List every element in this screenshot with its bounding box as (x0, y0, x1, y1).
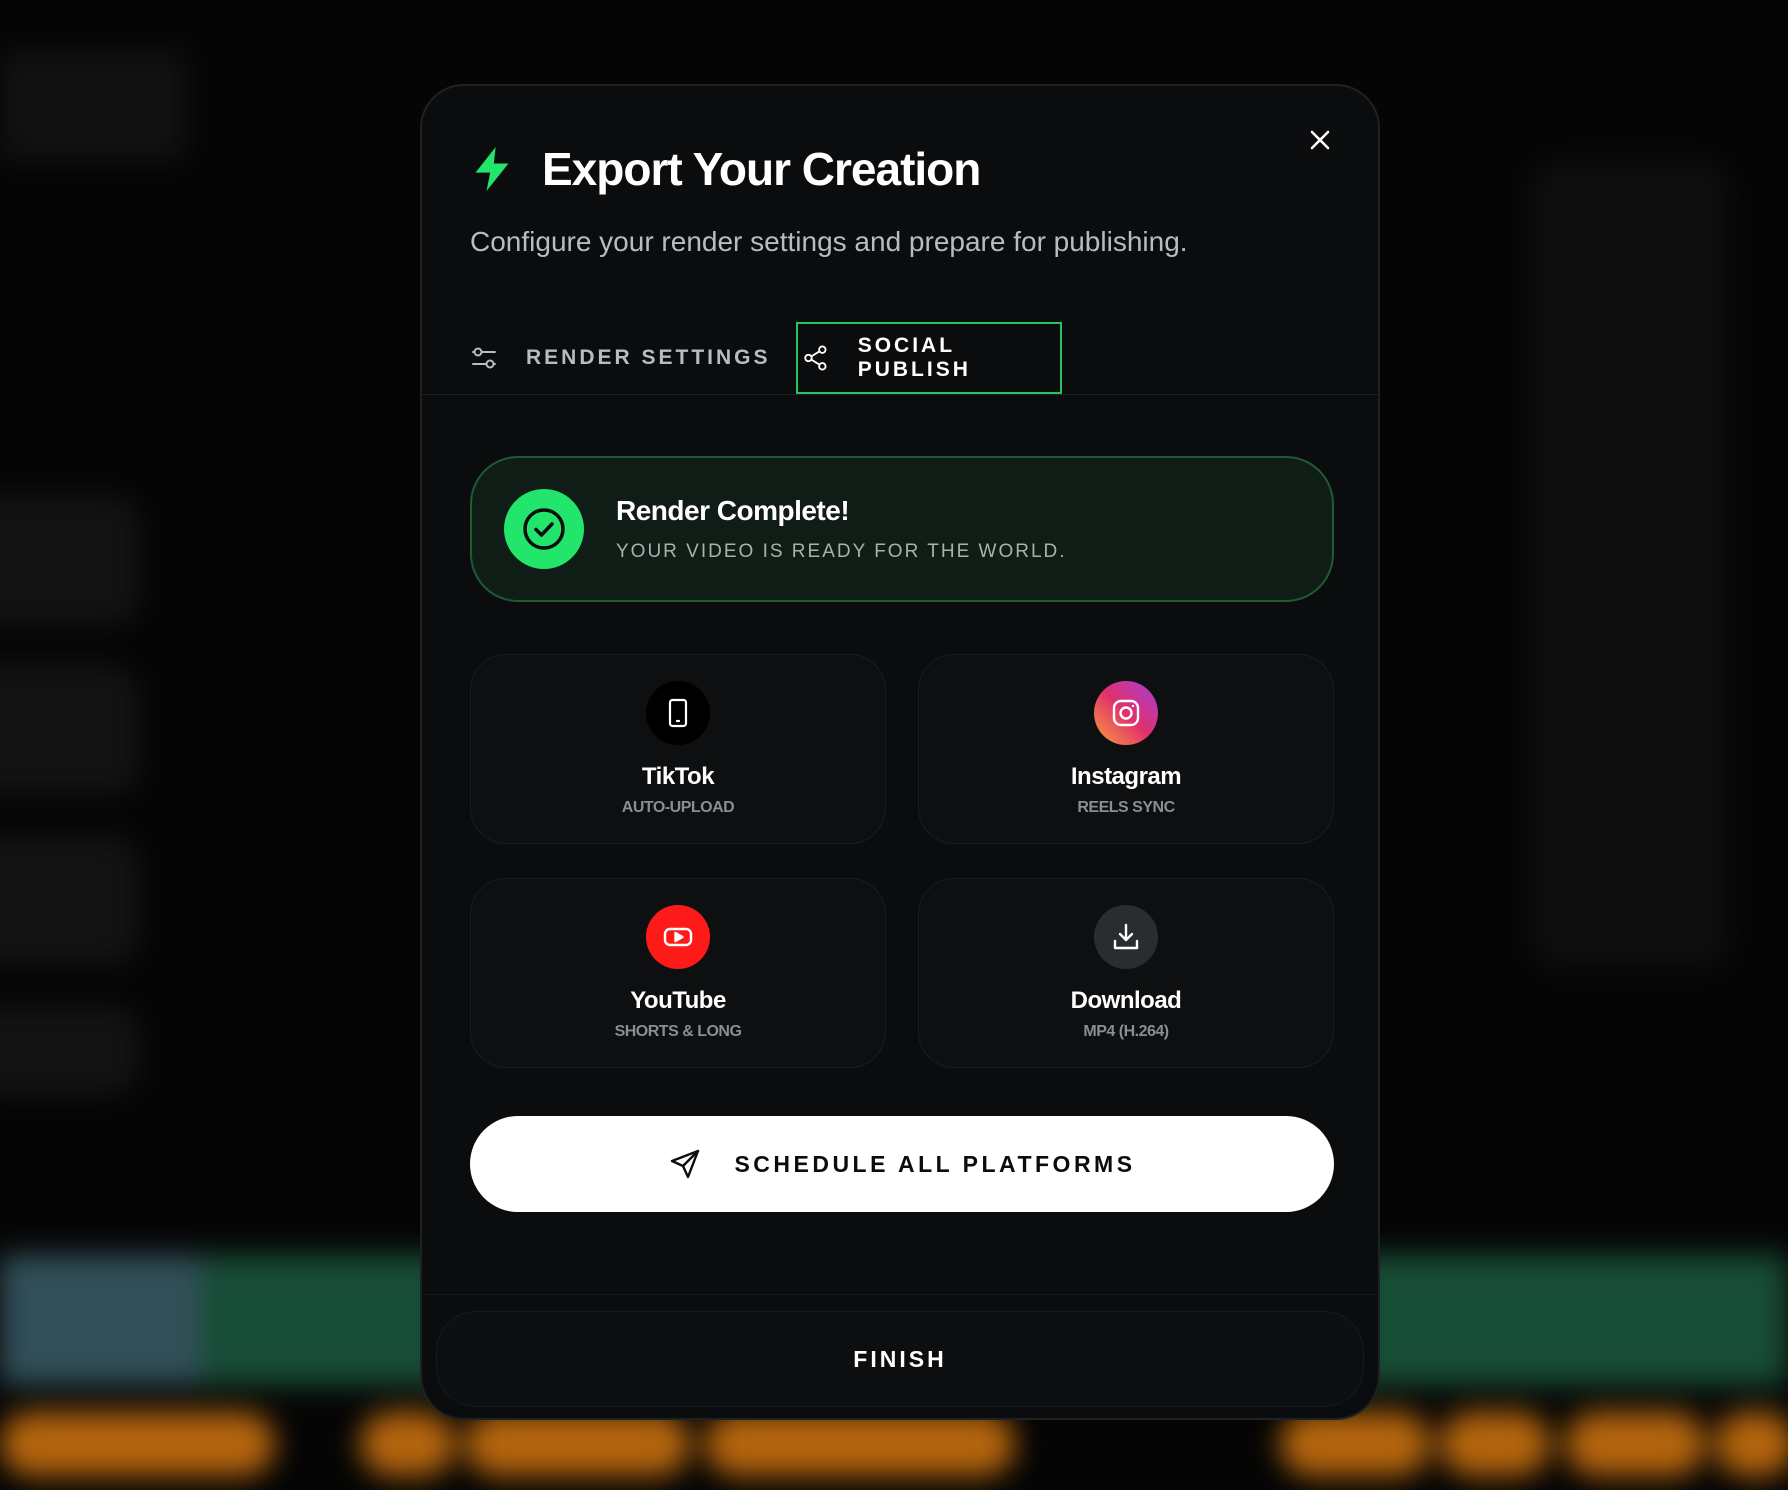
download-icon (1094, 905, 1158, 969)
platform-card-instagram[interactable]: Instagram REELS SYNC (918, 654, 1334, 844)
platform-name: TikTok (641, 763, 715, 790)
schedule-all-label: SCHEDULE ALL PLATFORMS (734, 1150, 1136, 1177)
modal-header: Export Your Creation Configure your rend… (470, 142, 1330, 258)
schedule-all-button[interactable]: SCHEDULE ALL PLATFORMS (470, 1116, 1334, 1212)
bg-preview-panel (1530, 160, 1730, 970)
tab-bar: RENDER SETTINGS SOCIAL PUBLISH (422, 314, 1378, 395)
modal-title: Export Your Creation (542, 143, 981, 195)
send-icon (671, 1149, 700, 1179)
tab-render-settings-label: RENDER SETTINGS (526, 346, 771, 369)
bg-clip (1280, 1412, 1430, 1476)
platform-sub: REELS SYNC (1077, 799, 1175, 816)
bg-clip (0, 1412, 275, 1476)
platform-card-download[interactable]: Download MP4 (H.264) (918, 878, 1334, 1068)
platform-sub: AUTO-UPLOAD (621, 799, 735, 816)
bg-panel (0, 665, 140, 795)
bg-panel (0, 495, 140, 625)
lightning-bolt-icon (475, 147, 509, 191)
bg-timeline-thumbnail (0, 1255, 200, 1385)
platform-name: Download (1070, 987, 1182, 1014)
export-modal: Export Your Creation Configure your rend… (420, 84, 1380, 1420)
modal-footer: FINISH (422, 1294, 1378, 1418)
sliders-icon (472, 347, 496, 369)
bg-clip (1440, 1412, 1550, 1476)
modal-subtitle: Configure your render settings and prepa… (470, 226, 1188, 257)
bg-panel (0, 835, 140, 965)
platform-card-tiktok[interactable]: TikTok AUTO-UPLOAD (470, 654, 886, 844)
platform-sub: MP4 (H.264) (1083, 1023, 1169, 1040)
bg-clip (1715, 1412, 1788, 1476)
tab-social-publish-label: SOCIAL PUBLISH (857, 334, 971, 381)
platform-name: Instagram (1070, 763, 1182, 790)
banner-subtitle: YOUR VIDEO IS READY FOR THE WORLD. (616, 541, 1067, 562)
check-circle-icon (504, 489, 584, 569)
platform-name: YouTube (630, 987, 726, 1014)
bg-panel (0, 1005, 140, 1095)
tab-render-settings[interactable]: RENDER SETTINGS (470, 322, 771, 394)
instagram-icon (1094, 681, 1158, 745)
bg-clip (1565, 1412, 1705, 1476)
youtube-icon (646, 905, 710, 969)
bg-clip (705, 1412, 1015, 1476)
share-icon (804, 345, 827, 371)
finish-button[interactable]: FINISH (436, 1311, 1364, 1407)
bg-sidebar-header (0, 50, 185, 160)
bg-clip (465, 1412, 690, 1476)
platform-card-youtube[interactable]: YouTube SHORTS & LONG (470, 878, 886, 1068)
phone-icon (646, 681, 710, 745)
bg-clip (360, 1412, 455, 1476)
banner-title: Render Complete! (616, 495, 850, 526)
platform-sub: SHORTS & LONG (614, 1023, 742, 1040)
render-complete-banner: Render Complete! YOUR VIDEO IS READY FOR… (470, 456, 1334, 602)
tab-social-publish[interactable]: SOCIAL PUBLISH (796, 322, 1062, 394)
